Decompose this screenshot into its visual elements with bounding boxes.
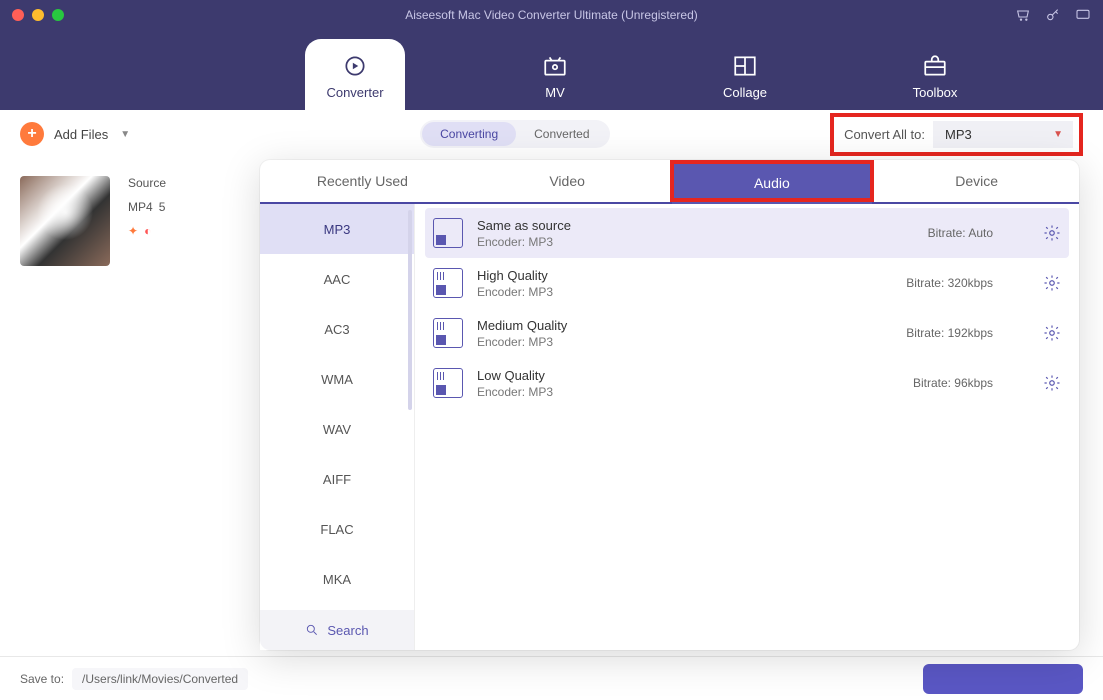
minimize-window[interactable] [32, 9, 44, 21]
popup-tab-audio[interactable]: Audio [672, 162, 873, 204]
tab-mv-label: MV [545, 85, 565, 100]
tab-mv[interactable]: MV [515, 53, 595, 110]
gear-icon[interactable] [1043, 224, 1061, 242]
search-icon [305, 623, 319, 637]
quality-name: High Quality [477, 268, 553, 283]
gear-icon[interactable] [1043, 274, 1061, 292]
add-files-button[interactable]: + Add Files ▼ [20, 122, 130, 146]
quality-row-low[interactable]: Low Quality Encoder: MP3 Bitrate: 96kbps [425, 358, 1069, 408]
chevron-down-icon[interactable]: ▼ [120, 129, 130, 140]
popup-tab-recently[interactable]: Recently Used [260, 160, 465, 202]
status-segment: Converting Converted [420, 120, 609, 148]
quality-bitrate: Bitrate: 320kbps [906, 276, 993, 290]
save-path[interactable]: /Users/link/Movies/Converted [72, 668, 248, 690]
popup-tabs: Recently Used Video Audio Device [260, 160, 1079, 204]
convert-all-dropdown[interactable]: MP3 ▼ [933, 121, 1073, 148]
quality-encoder: Encoder: MP3 [477, 285, 553, 299]
format-search[interactable]: Search [260, 610, 414, 650]
quality-icon [433, 268, 463, 298]
format-list[interactable]: MP3 AAC AC3 WMA WAV AIFF FLAC MKA Search [260, 204, 415, 650]
feedback-icon[interactable] [1075, 7, 1091, 23]
format-scrollbar[interactable] [408, 210, 412, 410]
quality-bitrate: Bitrate: 96kbps [913, 376, 993, 390]
convert-all-value: MP3 [945, 127, 972, 142]
tab-toolbox[interactable]: Toolbox [895, 53, 975, 110]
tab-collage[interactable]: Collage [705, 53, 785, 110]
tab-toolbox-label: Toolbox [913, 85, 958, 100]
format-item-mp3[interactable]: MP3 [260, 204, 414, 254]
quality-row-medium[interactable]: Medium Quality Encoder: MP3 Bitrate: 192… [425, 308, 1069, 358]
quality-icon [433, 318, 463, 348]
effect-icon[interactable]: ✦ [128, 224, 138, 238]
segment-converting[interactable]: Converting [422, 122, 516, 146]
file-short: 5 [159, 200, 166, 214]
format-item-ac3[interactable]: AC3 [260, 304, 414, 354]
quality-list: Same as source Encoder: MP3 Bitrate: Aut… [415, 204, 1079, 650]
gear-icon[interactable] [1043, 374, 1061, 392]
convert-all-region: Convert All to: MP3 ▼ [830, 113, 1083, 156]
add-files-label: Add Files [54, 127, 108, 142]
file-format: MP4 [128, 200, 153, 214]
file-source-label: Source [128, 176, 166, 190]
bottom-bar: Save to: /Users/link/Movies/Converted [0, 656, 1103, 700]
quality-icon [433, 218, 463, 248]
tab-converter-label: Converter [326, 85, 383, 100]
format-item-flac[interactable]: FLAC [260, 504, 414, 554]
search-label: Search [327, 623, 368, 638]
toolbar: + Add Files ▼ Converting Converted Conve… [0, 110, 1103, 158]
quality-name: Medium Quality [477, 318, 567, 333]
window-title: Aiseesoft Mac Video Converter Ultimate (… [405, 8, 698, 22]
popup-tab-device[interactable]: Device [874, 160, 1079, 202]
save-to-label: Save to: [20, 672, 64, 686]
format-item-aiff[interactable]: AIFF [260, 454, 414, 504]
format-item-wav[interactable]: WAV [260, 404, 414, 454]
quality-encoder: Encoder: MP3 [477, 385, 553, 399]
quality-bitrate: Bitrate: Auto [928, 226, 993, 240]
dropdown-caret-icon: ▼ [1053, 129, 1063, 140]
format-item-mka[interactable]: MKA [260, 554, 414, 604]
effect-icon-2[interactable]: ◐ [144, 224, 151, 238]
quality-bitrate: Bitrate: 192kbps [906, 326, 993, 340]
main-nav: Converter MV Collage Toolbox [0, 30, 1103, 110]
file-thumbnail[interactable] [20, 176, 110, 266]
quality-icon [433, 368, 463, 398]
segment-converted[interactable]: Converted [516, 122, 607, 146]
quality-name: Same as source [477, 218, 571, 233]
plus-icon: + [20, 122, 44, 146]
format-popup: Recently Used Video Audio Device MP3 AAC… [260, 160, 1079, 650]
popup-tab-video[interactable]: Video [465, 160, 670, 202]
format-item-wma[interactable]: WMA [260, 354, 414, 404]
window-controls [12, 9, 64, 21]
titlebar: Aiseesoft Mac Video Converter Ultimate (… [0, 0, 1103, 30]
quality-encoder: Encoder: MP3 [477, 235, 571, 249]
gear-icon[interactable] [1043, 324, 1061, 342]
format-item-aac[interactable]: AAC [260, 254, 414, 304]
close-window[interactable] [12, 9, 24, 21]
tab-converter[interactable]: Converter [305, 39, 405, 110]
quality-name: Low Quality [477, 368, 553, 383]
tab-collage-label: Collage [723, 85, 767, 100]
convert-all-button[interactable] [923, 664, 1083, 694]
zoom-window[interactable] [52, 9, 64, 21]
main-content: Source MP4 5 ✦ ◐ Recently Used Video Aud… [0, 158, 1103, 656]
quality-row-high[interactable]: High Quality Encoder: MP3 Bitrate: 320kb… [425, 258, 1069, 308]
key-icon[interactable] [1045, 7, 1061, 23]
cart-icon[interactable] [1015, 7, 1031, 23]
convert-all-label: Convert All to: [844, 127, 925, 142]
quality-row-same[interactable]: Same as source Encoder: MP3 Bitrate: Aut… [425, 208, 1069, 258]
quality-encoder: Encoder: MP3 [477, 335, 567, 349]
popup-tab-audio-wrap: Audio [670, 160, 875, 202]
